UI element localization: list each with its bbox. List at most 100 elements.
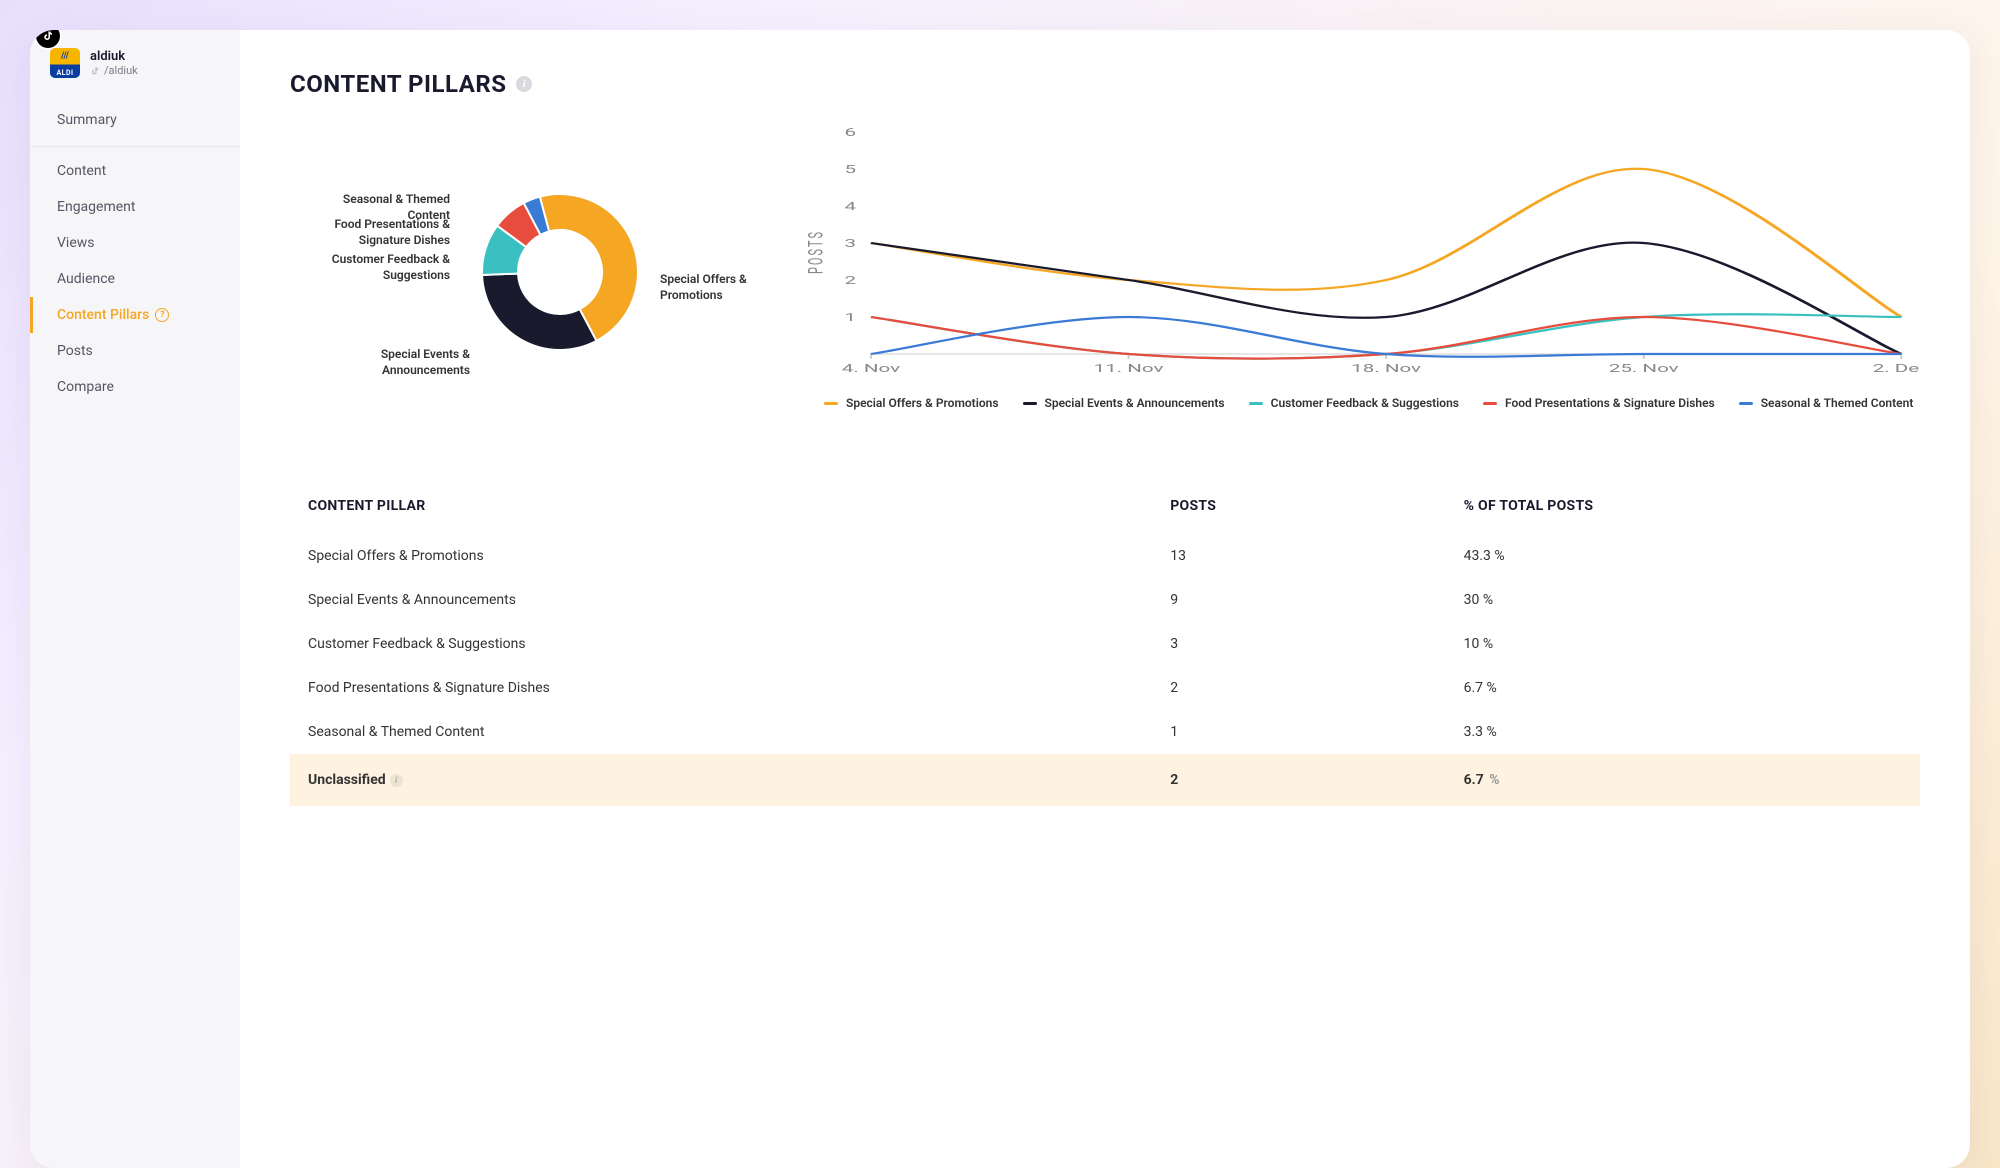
table-header-row: CONTENT PILLAR POSTS % OF TOTAL POSTS: [290, 482, 1920, 534]
handle-text: /aldiuk: [104, 64, 138, 77]
svg-text:1: 1: [844, 312, 856, 325]
svg-text:POSTS: POSTS: [805, 230, 829, 274]
th-pillar[interactable]: CONTENT PILLAR: [290, 482, 1170, 534]
sidebar-item-label: Views: [57, 235, 95, 251]
charts-row: Special Offers & Promotions Seasonal & T…: [290, 122, 1920, 442]
line-chart-svg: POSTS 1 2 3 4 5 6 4. Nov 11. Nov 18. Nov 25. Nov 2.…: [800, 122, 1920, 382]
app-frame: /// ALDI aldiuk /aldiuk Summary Content En…: [30, 30, 1970, 1168]
sidebar-item-label: Content Pillars: [57, 307, 149, 323]
cell-pct: 43.3 %: [1464, 534, 1920, 578]
donut-label-feedback: Customer Feedback & Suggestions: [300, 252, 450, 283]
svg-text:5: 5: [844, 164, 856, 177]
cell-pillar: Special Events & Announcements: [290, 578, 1170, 622]
legend-label: Special Events & Announcements: [1045, 396, 1225, 410]
table-row[interactable]: Unclassifiedi26.7 %: [290, 754, 1920, 806]
svg-text:4. Nov: 4. Nov: [842, 363, 900, 376]
th-pct[interactable]: % OF TOTAL POSTS: [1464, 482, 1920, 534]
svg-text:25. Nov: 25. Nov: [1609, 363, 1679, 376]
sidebar-item-label: Engagement: [57, 199, 135, 215]
line-series-special_events[interactable]: [871, 243, 1901, 354]
table-row[interactable]: Special Offers & Promotions1343.3 %: [290, 534, 1920, 578]
profile-handle: /aldiuk: [90, 64, 138, 77]
cell-pillar: Food Presentations & Signature Dishes: [290, 666, 1170, 710]
legend-label: Special Offers & Promotions: [846, 396, 999, 410]
legend-item-special_offers[interactable]: Special Offers & Promotions: [824, 396, 999, 410]
sidebar-item-label: Audience: [57, 271, 115, 287]
profile-block[interactable]: /// ALDI aldiuk /aldiuk: [30, 48, 240, 96]
profile-names: aldiuk /aldiuk: [90, 49, 138, 78]
svg-text:11. Nov: 11. Nov: [1094, 363, 1164, 376]
donut-label-food: Food Presentations & Signature Dishes: [300, 217, 450, 248]
sidebar-item-audience[interactable]: Audience: [30, 261, 240, 297]
svg-text:2: 2: [844, 275, 856, 288]
donut-slice-special_events[interactable]: [482, 274, 596, 350]
legend-item-seasonal[interactable]: Seasonal & Themed Content: [1739, 396, 1914, 410]
cell-posts: 1: [1170, 710, 1463, 754]
donut-chart: Special Offers & Promotions Seasonal & T…: [290, 122, 770, 442]
cell-pct: 6.7 %: [1464, 754, 1920, 806]
legend-item-food_presentations[interactable]: Food Presentations & Signature Dishes: [1483, 396, 1715, 410]
tiktok-mini-icon: [90, 66, 100, 76]
line-series-special_offers[interactable]: [871, 169, 1901, 317]
donut-svg: [470, 182, 650, 362]
cell-pct: 30 %: [1464, 578, 1920, 622]
sidebar-item-posts[interactable]: Posts: [30, 333, 240, 369]
cell-pillar: Seasonal & Themed Content: [290, 710, 1170, 754]
sidebar-item-content-pillars[interactable]: Content Pillars?: [30, 297, 240, 333]
sidebar: /// ALDI aldiuk /aldiuk Summary Content En…: [30, 30, 240, 1168]
main-content: CONTENT PILLARS i Special Offers & Promo…: [240, 30, 1970, 1168]
sidebar-item-label: Posts: [57, 343, 93, 359]
svg-text:3: 3: [844, 238, 856, 251]
brand-logo: /// ALDI: [50, 48, 80, 78]
legend-label: Seasonal & Themed Content: [1761, 396, 1914, 410]
legend-item-special_events[interactable]: Special Events & Announcements: [1023, 396, 1225, 410]
cell-pct: 3.3 %: [1464, 710, 1920, 754]
sidebar-item-content[interactable]: Content: [30, 153, 240, 189]
svg-text:18. Nov: 18. Nov: [1351, 363, 1421, 376]
cell-pct: 6.7 %: [1464, 666, 1920, 710]
sidebar-item-label: Compare: [57, 379, 114, 395]
legend-swatch: [1483, 402, 1497, 405]
table-row[interactable]: Food Presentations & Signature Dishes26.…: [290, 666, 1920, 710]
th-posts[interactable]: POSTS: [1170, 482, 1463, 534]
donut-label-offers: Special Offers & Promotions: [660, 272, 770, 303]
legend-swatch: [1249, 402, 1263, 405]
line-series-seasonal[interactable]: [871, 317, 1901, 357]
svg-text:4: 4: [844, 201, 856, 214]
info-icon[interactable]: i: [516, 76, 532, 92]
table-row[interactable]: Special Events & Announcements930 %: [290, 578, 1920, 622]
profile-name: aldiuk: [90, 49, 138, 65]
cell-posts: 2: [1170, 666, 1463, 710]
legend-label: Food Presentations & Signature Dishes: [1505, 396, 1715, 410]
logo-top: ///: [61, 51, 69, 61]
table-row[interactable]: Seasonal & Themed Content13.3 %: [290, 710, 1920, 754]
line-series-food_presentations[interactable]: [871, 317, 1901, 359]
donut-label-events: Special Events & Announcements: [320, 347, 470, 378]
legend-swatch: [824, 402, 838, 405]
line-series-customer_feedback[interactable]: [871, 314, 1901, 358]
table-row[interactable]: Customer Feedback & Suggestions310 %: [290, 622, 1920, 666]
info-icon[interactable]: i: [390, 774, 403, 787]
sidebar-item-engagement[interactable]: Engagement: [30, 189, 240, 225]
cell-posts: 3: [1170, 622, 1463, 666]
cell-pillar: Special Offers & Promotions: [290, 534, 1170, 578]
line-chart-legend: Special Offers & Promotions Special Event…: [800, 386, 1920, 410]
legend-label: Customer Feedback & Suggestions: [1271, 396, 1459, 410]
sidebar-item-summary[interactable]: Summary: [30, 102, 240, 147]
content-pillar-table: CONTENT PILLAR POSTS % OF TOTAL POSTS Sp…: [290, 482, 1920, 806]
nav: Summary Content Engagement Views Audience Con…: [30, 96, 240, 405]
logo-bottom: ALDI: [56, 69, 73, 77]
legend-item-customer_feedback[interactable]: Customer Feedback & Suggestions: [1249, 396, 1459, 410]
cell-posts: 2: [1170, 754, 1463, 806]
sidebar-item-label: Summary: [57, 112, 117, 128]
legend-swatch: [1739, 402, 1753, 405]
svg-text:6: 6: [844, 127, 856, 140]
svg-text:2. Dec: 2. Dec: [1873, 363, 1920, 376]
cell-pillar: Unclassifiedi: [290, 754, 1170, 806]
help-icon[interactable]: ?: [155, 308, 169, 322]
sidebar-item-compare[interactable]: Compare: [30, 369, 240, 405]
sidebar-item-label: Content: [57, 163, 106, 179]
page-title-text: CONTENT PILLARS: [290, 70, 506, 98]
cell-posts: 9: [1170, 578, 1463, 622]
sidebar-item-views[interactable]: Views: [30, 225, 240, 261]
